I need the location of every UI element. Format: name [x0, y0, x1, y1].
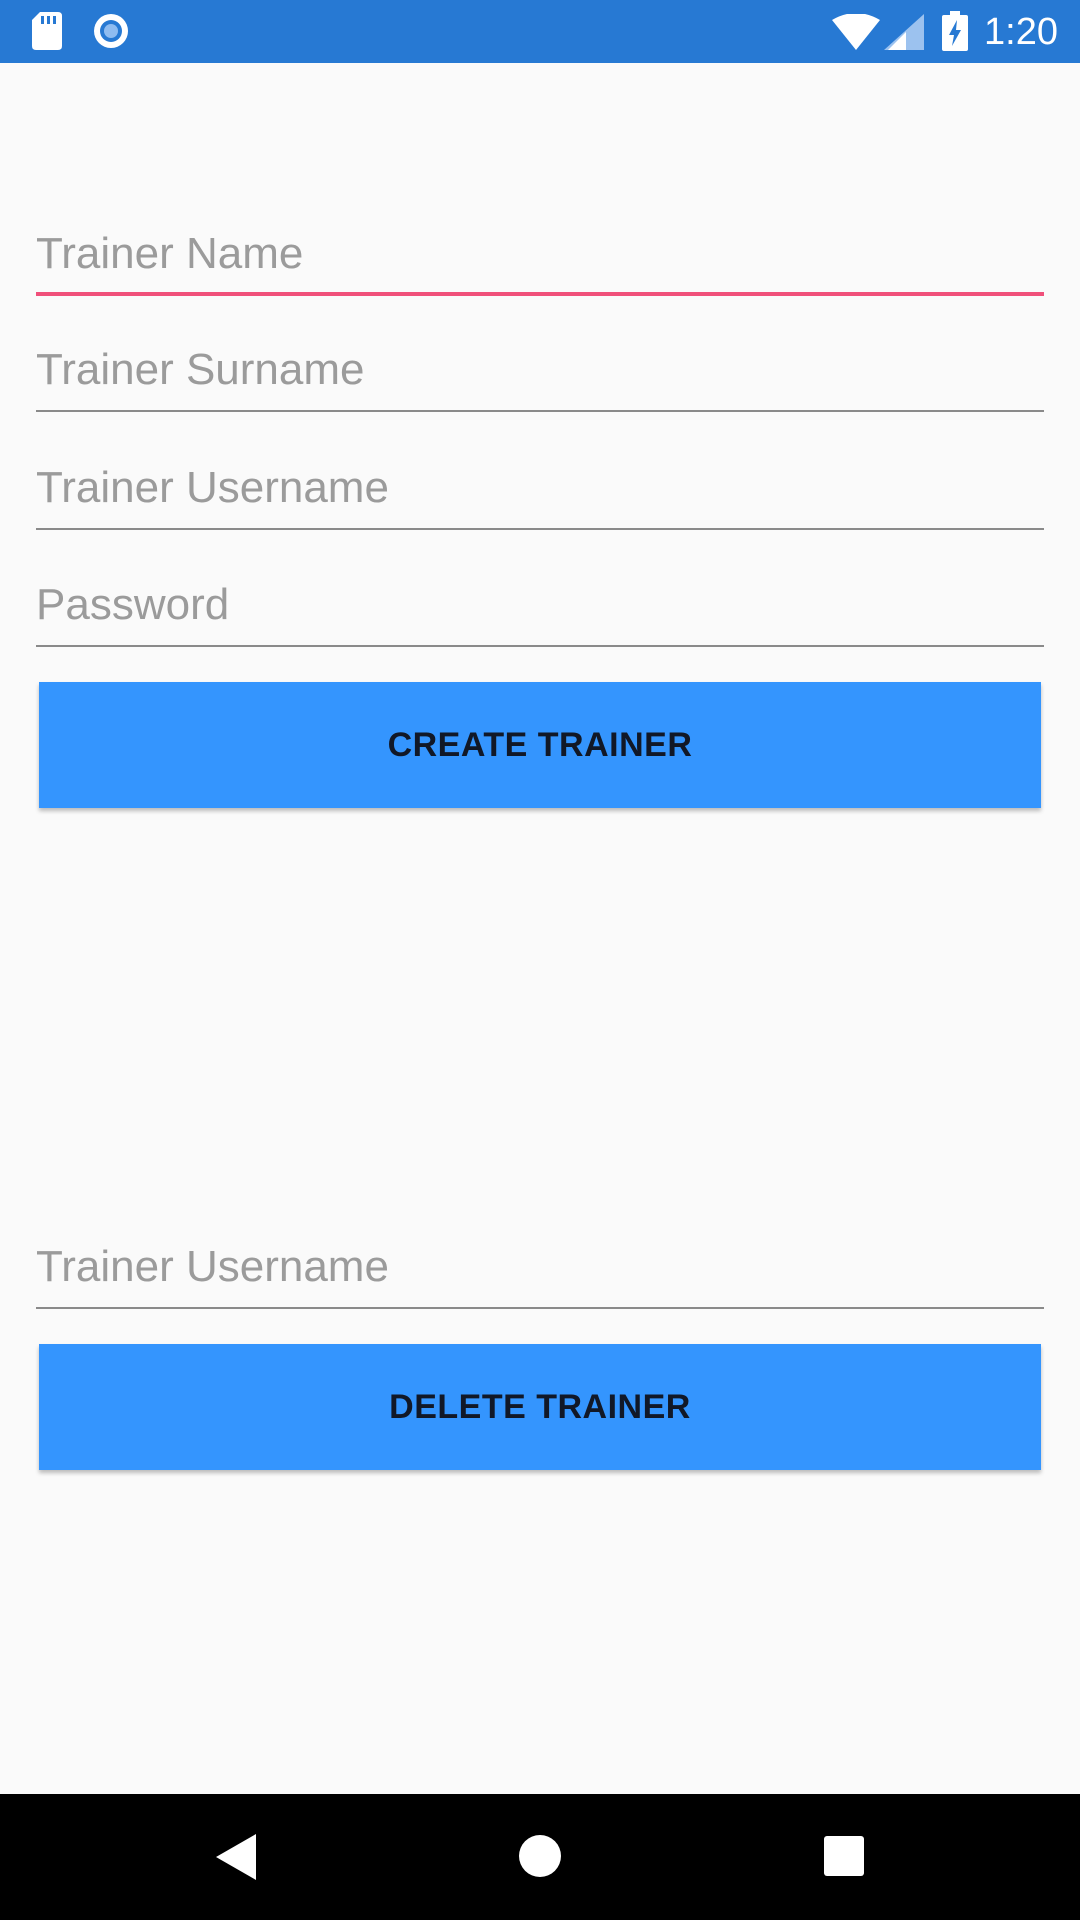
- create-trainer-button[interactable]: CREATE TRAINER: [39, 682, 1041, 808]
- trainer-username-underline: [36, 528, 1044, 530]
- recents-icon[interactable]: [824, 1836, 864, 1881]
- home-icon[interactable]: [518, 1834, 562, 1883]
- trainer-surname-field[interactable]: [36, 332, 1044, 412]
- password-field[interactable]: [36, 567, 1044, 647]
- signal-icon: [884, 14, 924, 55]
- back-icon[interactable]: [216, 1834, 258, 1885]
- password-input[interactable]: [36, 567, 1044, 643]
- delete-trainer-username-underline: [36, 1307, 1044, 1309]
- sd-card-icon: [32, 12, 62, 55]
- trainer-username-input[interactable]: [36, 450, 1044, 526]
- trainer-name-input[interactable]: [36, 216, 1044, 292]
- delete-trainer-username-input[interactable]: [36, 1229, 1044, 1305]
- trainer-surname-underline: [36, 410, 1044, 412]
- trainer-name-field[interactable]: [36, 216, 1044, 296]
- navigation-bar: [0, 1794, 1080, 1920]
- password-underline: [36, 645, 1044, 647]
- status-bar: 1:20: [0, 0, 1080, 63]
- status-clock: 1:20: [984, 11, 1058, 53]
- trainer-surname-input[interactable]: [36, 332, 1044, 408]
- circle-notification-icon: [92, 12, 130, 55]
- wifi-icon: [832, 13, 880, 55]
- trainer-username-field[interactable]: [36, 450, 1044, 530]
- delete-trainer-username-field[interactable]: [36, 1229, 1044, 1309]
- delete-trainer-button[interactable]: DELETE TRAINER: [39, 1344, 1041, 1470]
- battery-charging-icon: [942, 11, 968, 56]
- trainer-name-underline: [36, 292, 1044, 296]
